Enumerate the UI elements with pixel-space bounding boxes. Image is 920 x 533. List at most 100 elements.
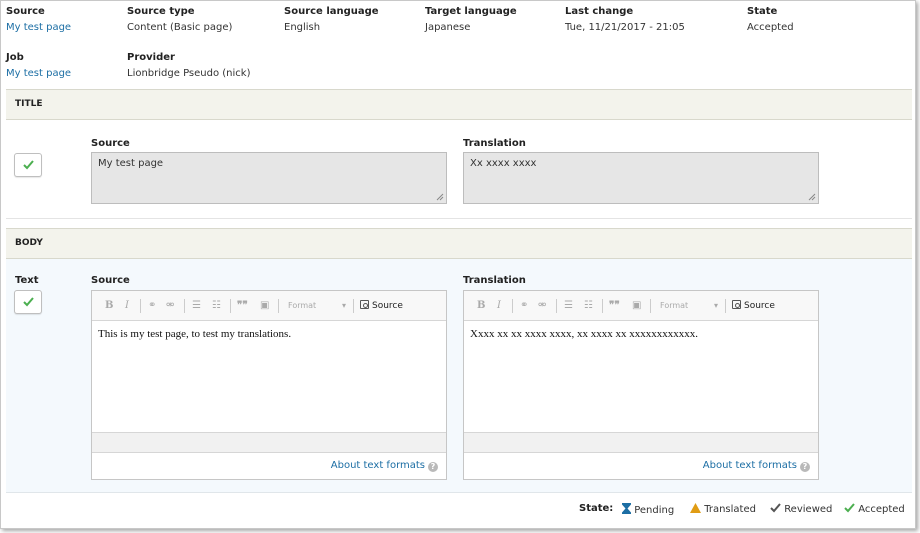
bulleted-list-icon[interactable]: ☰ xyxy=(564,291,573,321)
toolbar-separator xyxy=(512,299,513,313)
editor-status-bar xyxy=(464,433,818,453)
meta-provider: Provider Lionbridge Pseudo (nick) xyxy=(127,52,250,80)
meta-last-change-label: Last change xyxy=(565,6,634,17)
link-icon[interactable]: ⚭ xyxy=(148,291,156,321)
toolbar-separator xyxy=(602,299,603,313)
meta-provider-value: Lionbridge Pseudo (nick) xyxy=(127,68,251,79)
check-icon xyxy=(23,297,34,307)
meta-target-language-label: Target language xyxy=(425,6,517,17)
about-text-formats-link[interactable]: About text formats? xyxy=(464,453,818,479)
italic-button[interactable]: I xyxy=(125,291,129,321)
meta-job-label: Job xyxy=(6,52,24,63)
meta-source-language-label: Source language xyxy=(284,6,379,17)
title-source-text: My test page xyxy=(98,158,164,169)
legend-accepted-text: Accepted xyxy=(858,504,905,515)
meta-state-label: State xyxy=(747,6,778,17)
title-source-textarea[interactable]: My test page xyxy=(91,152,447,204)
section-header-title: TITLE xyxy=(6,89,912,120)
warning-triangle-icon xyxy=(690,503,701,513)
source-code-icon xyxy=(360,300,369,309)
meta-last-change: Last change Tue, 11/21/2017 - 21:05 xyxy=(565,6,685,34)
title-translation-textarea[interactable]: Xx xxxx xxxx xyxy=(463,152,819,204)
body-translation-editor: B I ⚭ ⚮ ☰ ☷ ❞❞ ▣ Format ▾ Source Xxxx xx… xyxy=(463,290,819,480)
unlink-icon[interactable]: ⚮ xyxy=(538,291,546,321)
bulleted-list-icon[interactable]: ☰ xyxy=(192,291,201,321)
numbered-list-icon[interactable]: ☷ xyxy=(212,291,221,321)
title-translation-label: Translation xyxy=(463,138,526,149)
body-source-editor: B I ⚭ ⚮ ☰ ☷ ❞❞ ▣ Format ▾ Source This is… xyxy=(91,290,447,480)
toolbar-separator xyxy=(278,299,279,313)
toolbar-separator xyxy=(184,299,185,313)
legend-item-pending: Pending xyxy=(622,503,674,517)
source-mode-button[interactable]: Source xyxy=(360,291,403,321)
accept-button-body[interactable] xyxy=(14,290,42,314)
format-dropdown[interactable]: Format xyxy=(660,291,688,321)
accept-button-title[interactable] xyxy=(14,153,42,177)
hourglass-icon xyxy=(622,503,631,514)
help-icon: ? xyxy=(428,462,438,472)
meta-source-label: Source xyxy=(6,6,45,17)
meta-provider-label: Provider xyxy=(127,52,175,63)
blockquote-icon[interactable]: ❞❞ xyxy=(237,291,248,321)
legend-item-accepted: Accepted xyxy=(844,503,905,516)
help-icon: ? xyxy=(800,462,810,472)
body-source-label: Source xyxy=(91,275,130,286)
body-translation-content[interactable]: Xxxx xx xx xxxx xxxx, xx xxxx xx xxxxxxx… xyxy=(464,321,818,433)
meta-target-language-value: Japanese xyxy=(425,22,471,33)
format-dropdown[interactable]: Format xyxy=(288,291,316,321)
meta-source: Source My test page xyxy=(6,6,71,34)
title-source-label: Source xyxy=(91,138,130,149)
meta-source-language: Source language English xyxy=(284,6,379,34)
meta-source-type-value: Content (Basic page) xyxy=(127,22,233,33)
meta-job: Job My test page xyxy=(6,52,71,80)
about-text-formats-link[interactable]: About text formats? xyxy=(92,453,446,479)
legend-pending-text: Pending xyxy=(634,505,675,516)
meta-state: State Accepted xyxy=(747,6,794,34)
italic-button[interactable]: I xyxy=(497,291,501,321)
blockquote-icon[interactable]: ❞❞ xyxy=(609,291,620,321)
body-field-row: Text Source B I ⚭ ⚮ ☰ ☷ ❞❞ ▣ Format ▾ So… xyxy=(6,259,912,493)
toolbar-separator xyxy=(140,299,141,313)
resize-handle-icon[interactable] xyxy=(436,193,444,201)
check-icon xyxy=(770,503,781,513)
title-translation-text: Xx xxxx xxxx xyxy=(470,158,537,169)
legend-reviewed-text: Reviewed xyxy=(784,504,833,515)
meta-source-type-label: Source type xyxy=(127,6,195,17)
legend-label: State: xyxy=(579,503,614,514)
chevron-down-icon[interactable]: ▾ xyxy=(714,291,718,321)
section-header-body: BODY xyxy=(6,228,912,259)
editor-toolbar: B I ⚭ ⚮ ☰ ☷ ❞❞ ▣ Format ▾ Source xyxy=(464,291,818,321)
meta-last-change-value: Tue, 11/21/2017 - 21:05 xyxy=(565,22,685,33)
source-code-icon xyxy=(732,300,741,309)
legend-translated-text: Translated xyxy=(704,504,756,515)
legend-item-reviewed: Reviewed xyxy=(770,503,832,516)
body-source-content[interactable]: This is my test page, to test my transla… xyxy=(92,321,446,433)
chevron-down-icon[interactable]: ▾ xyxy=(342,291,346,321)
translation-review-panel: Source My test page Source type Content … xyxy=(0,0,916,529)
image-icon[interactable]: ▣ xyxy=(632,291,641,321)
toolbar-separator xyxy=(725,299,726,313)
meta-source-language-value: English xyxy=(284,22,321,33)
legend-item-translated: Translated xyxy=(690,503,756,516)
bold-button[interactable]: B xyxy=(477,291,485,321)
source-button-label: Source xyxy=(372,301,403,311)
check-icon xyxy=(844,503,855,513)
numbered-list-icon[interactable]: ☷ xyxy=(584,291,593,321)
editor-status-bar xyxy=(92,433,446,453)
unlink-icon[interactable]: ⚮ xyxy=(166,291,174,321)
toolbar-separator xyxy=(556,299,557,313)
body-translation-label: Translation xyxy=(463,275,526,286)
meta-job-link[interactable]: My test page xyxy=(6,68,71,80)
about-text-formats-label: About text formats xyxy=(702,460,797,471)
source-mode-button[interactable]: Source xyxy=(732,291,775,321)
meta-state-value: Accepted xyxy=(747,22,794,33)
link-icon[interactable]: ⚭ xyxy=(520,291,528,321)
body-field-label: Text xyxy=(15,275,39,286)
meta-source-type: Source type Content (Basic page) xyxy=(127,6,232,34)
image-icon[interactable]: ▣ xyxy=(260,291,269,321)
source-button-label: Source xyxy=(744,301,775,311)
meta-target-language: Target language Japanese xyxy=(425,6,517,34)
meta-source-link[interactable]: My test page xyxy=(6,22,71,34)
resize-handle-icon[interactable] xyxy=(808,193,816,201)
bold-button[interactable]: B xyxy=(105,291,113,321)
